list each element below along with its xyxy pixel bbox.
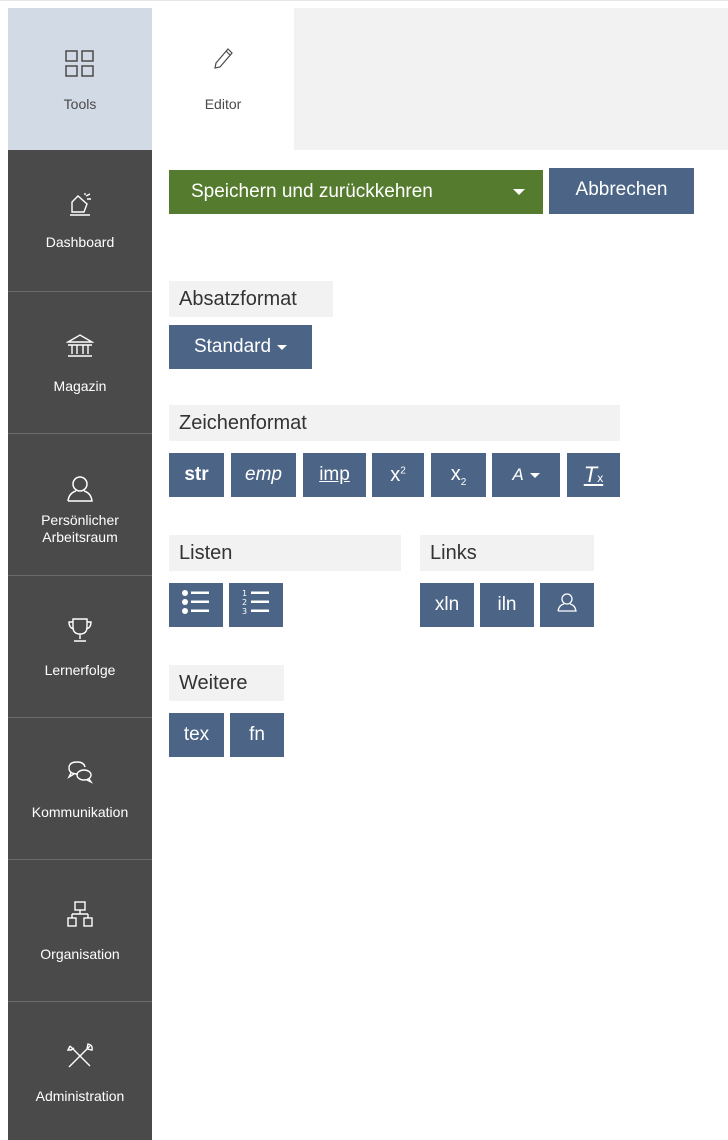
chevron-down-icon[interactable] <box>513 189 525 195</box>
bullet-list-button[interactable] <box>169 583 223 627</box>
text-style-dropdown[interactable]: A <box>492 453 560 497</box>
user-link-button[interactable] <box>540 583 594 627</box>
chevron-down-icon <box>277 344 288 350</box>
sidebar-item-kommunikation[interactable]: Kommunikation <box>8 718 152 860</box>
sidebar-item-tools[interactable]: Tools <box>8 8 152 150</box>
text-style-icon: A <box>512 465 524 484</box>
section-title-lists: Listen <box>169 535 401 571</box>
sidebar-item-administration[interactable]: Administration <box>8 1002 152 1140</box>
sidebar-item-label: Administration <box>35 1088 125 1104</box>
sidebar-item-personal-workspace[interactable]: Persönlicher Arbeitsraum <box>8 434 152 576</box>
grid-icon <box>8 50 152 78</box>
sidebar-item-label: Persönlicher Arbeitsraum <box>41 512 119 545</box>
svg-text:3: 3 <box>242 607 247 616</box>
internal-link-button[interactable]: iln <box>480 583 534 627</box>
emphasis-button[interactable]: emp <box>231 453 296 497</box>
bank-icon <box>8 332 152 360</box>
subscript-icon: x2 <box>450 462 467 488</box>
dashboard-icon <box>8 192 152 218</box>
section-title-links: Links <box>420 535 594 571</box>
footnote-button[interactable]: fn <box>230 713 284 757</box>
clear-format-icon: Tx <box>583 462 604 487</box>
superscript-button[interactable]: x2 <box>372 453 424 497</box>
section-title-character: Zeichenformat <box>169 405 620 441</box>
svg-text:1: 1 <box>242 589 247 598</box>
tab-editor[interactable]: Editor <box>152 8 294 150</box>
top-border <box>0 0 728 8</box>
sidebar-item-label: Magazin <box>53 378 107 394</box>
important-label: imp <box>319 464 350 485</box>
page: Tools Dashboard Magazin Persönlicher Arb… <box>0 0 728 1140</box>
person-icon <box>8 474 152 504</box>
sidebar-item-magazin[interactable]: Magazin <box>8 292 152 434</box>
paragraph-format-value: Standard <box>193 336 272 357</box>
numbered-list-icon: 123 <box>241 588 271 622</box>
tools-icon <box>8 1042 152 1070</box>
pencil-icon <box>152 46 294 72</box>
chevron-down-icon <box>529 472 540 478</box>
sidebar-item-label: Lernerfolge <box>44 662 116 678</box>
sidebar-item-dashboard[interactable]: Dashboard <box>8 150 152 292</box>
person-icon <box>556 591 578 619</box>
sidebar-item-label: Kommunikation <box>31 804 129 820</box>
cancel-button[interactable]: Abbrechen <box>549 168 694 214</box>
strong-button[interactable]: str <box>169 453 224 497</box>
sidebar-item-label: Tools <box>63 96 97 112</box>
clear-format-button[interactable]: Tx <box>567 453 620 497</box>
tex-button[interactable]: tex <box>169 713 224 757</box>
tab-bar: Editor <box>152 8 728 150</box>
subscript-button[interactable]: x2 <box>431 453 486 497</box>
bullet-list-icon <box>181 588 211 622</box>
trophy-icon <box>8 616 152 644</box>
superscript-icon: x2 <box>390 463 406 486</box>
sidebar-item-lernerfolge[interactable]: Lernerfolge <box>8 576 152 718</box>
sidebar-item-organisation[interactable]: Organisation <box>8 860 152 1002</box>
tab-label: Editor <box>204 96 242 112</box>
paragraph-format-select[interactable]: Standard <box>169 325 312 369</box>
main-sidebar: Tools Dashboard Magazin Persönlicher Arb… <box>8 8 152 1140</box>
numbered-list-button[interactable]: 123 <box>229 583 283 627</box>
section-title-more: Weitere <box>169 665 284 701</box>
sidebar-item-label: Organisation <box>40 946 120 962</box>
chat-icon <box>8 758 152 786</box>
sidebar-item-label: Dashboard <box>45 234 115 250</box>
important-button[interactable]: imp <box>303 453 366 497</box>
org-chart-icon <box>8 900 152 928</box>
section-title-paragraph: Absatzformat <box>169 281 333 317</box>
svg-text:2: 2 <box>242 598 247 607</box>
external-link-button[interactable]: xln <box>420 583 474 627</box>
save-and-return-button[interactable]: Speichern und zurückkehren <box>169 170 543 214</box>
save-label: Speichern und zurückkehren <box>191 181 433 202</box>
